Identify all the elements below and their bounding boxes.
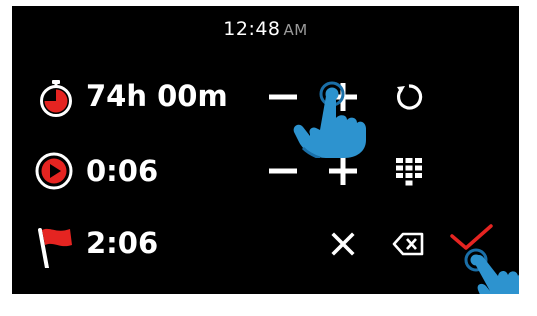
- status-clock: 12:48 AM: [12, 18, 519, 40]
- finish-value: 2:06: [86, 226, 159, 260]
- device-screen: 12:48 AM 74h 00m 0:06 2:06: [12, 6, 519, 294]
- backspace-icon: [392, 232, 424, 256]
- clock-ampm: AM: [283, 21, 308, 39]
- elapsed-value: 0:06: [86, 154, 159, 188]
- stopwatch-icon: [36, 78, 76, 118]
- reset-icon: [396, 84, 423, 110]
- plus-icon: [329, 157, 357, 185]
- reset-button[interactable]: [386, 74, 432, 120]
- minus-icon: [269, 168, 297, 174]
- timer-decrease-button[interactable]: [260, 74, 306, 120]
- clock-time: 12:48: [223, 18, 281, 40]
- play-circle-icon: [34, 151, 74, 191]
- timer-value: 74h 00m: [86, 79, 228, 113]
- flag-icon: [34, 224, 74, 270]
- confirm-check-icon: [450, 224, 493, 250]
- minus-icon: [269, 94, 297, 100]
- elapsed-increase-button[interactable]: [320, 148, 366, 194]
- elapsed-decrease-button[interactable]: [260, 148, 306, 194]
- confirm-button[interactable]: [448, 221, 494, 267]
- plus-icon: [329, 83, 357, 111]
- backspace-button[interactable]: [386, 221, 432, 267]
- cancel-button[interactable]: [320, 221, 366, 267]
- timer-increase-button[interactable]: [320, 74, 366, 120]
- close-icon: [331, 232, 355, 256]
- keypad-button[interactable]: [386, 148, 432, 194]
- keypad-icon: [396, 158, 422, 186]
